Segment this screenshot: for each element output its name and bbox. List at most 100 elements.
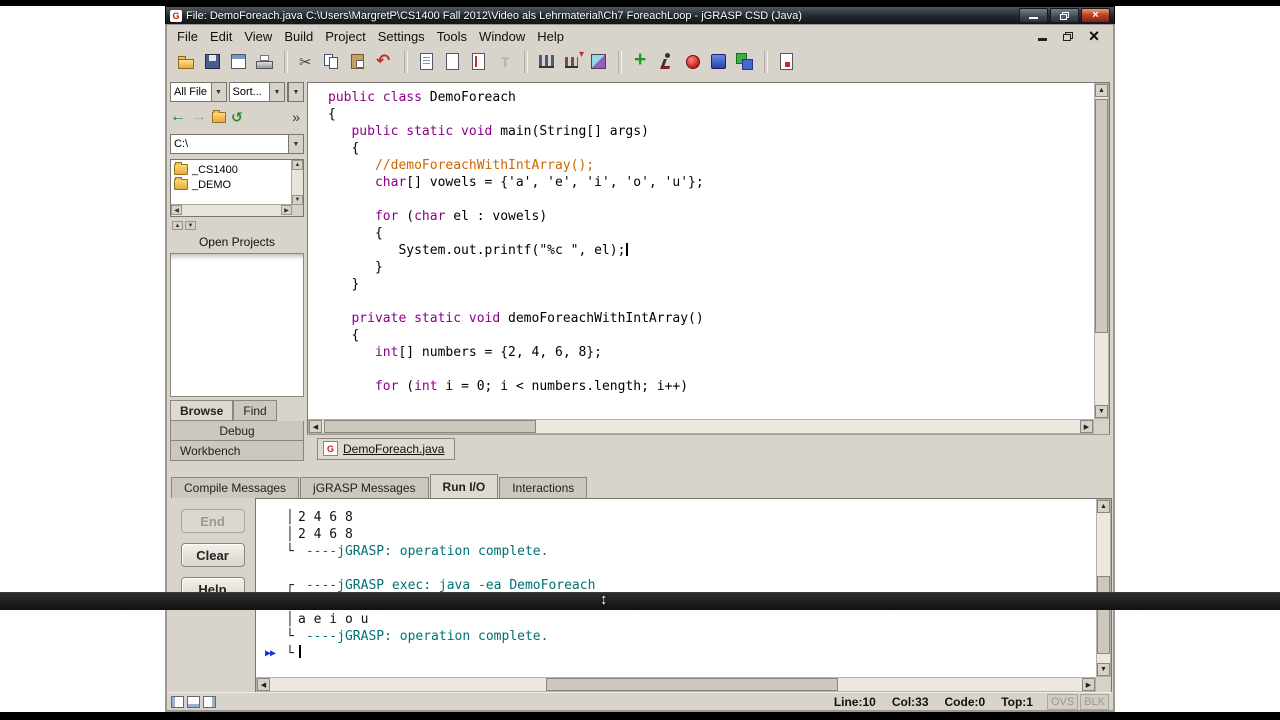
vscroll-thumb[interactable] [1095,99,1108,334]
frame-minimize-icon[interactable] [1035,29,1049,43]
editor-hscrollbar[interactable] [308,419,1094,434]
folder-row[interactable]: _CS1400 [171,162,292,177]
menu-project[interactable]: Project [319,27,371,46]
scroll-up-icon[interactable] [1095,84,1108,97]
code-line: } [328,259,1094,276]
scroll-down-icon[interactable] [1097,663,1110,676]
menu-window[interactable]: Window [473,27,531,46]
scrollbar-corner [1094,419,1109,434]
copy-icon[interactable] [321,51,345,73]
file-tree[interactable]: _CS1400 _DEMO ▲ ▼ ◀ ▶ [170,159,304,217]
uml-icon[interactable] [587,51,611,73]
menu-tools[interactable]: Tools [431,27,473,46]
complexity-graph-icon[interactable] [535,51,559,73]
profile-graph-icon[interactable] [561,49,585,73]
overflow-chevron-icon[interactable] [292,109,304,125]
menu-settings[interactable]: Settings [372,27,431,46]
forward-icon[interactable] [191,108,207,126]
close-button[interactable]: × [1081,8,1110,23]
sidebar-tab-debug[interactable]: Debug [170,421,304,441]
code-editor[interactable]: public class DemoForeach{ public static … [307,82,1110,435]
sort-dropdown[interactable]: Sort... [228,82,285,102]
menu-view[interactable]: View [238,27,278,46]
minimize-button[interactable] [1019,8,1048,23]
run-io-icon[interactable] [775,51,799,73]
editor-vscrollbar[interactable] [1094,83,1109,419]
sidebar-tab-browse[interactable]: Browse [170,400,234,421]
generate-csd-icon[interactable] [415,51,439,73]
toggle-workbench-pane-icon[interactable] [203,695,216,708]
collapse-down-icon[interactable]: ▼ [185,221,196,230]
scroll-down-icon[interactable] [1095,405,1108,418]
cut-icon[interactable] [295,51,319,73]
output-vscrollbar[interactable] [1096,499,1111,677]
restore-button[interactable] [1050,8,1079,23]
code-segment: { [328,226,383,241]
scroll-left-icon[interactable]: ◀ [171,205,182,215]
more-options-dropdown[interactable] [287,82,304,102]
tab-interactions[interactable]: Interactions [499,477,588,498]
hscroll-thumb[interactable] [546,678,839,691]
remove-csd-icon[interactable] [441,51,465,73]
title-bar[interactable]: G File: DemoForeach.java C:\Users\Margre… [165,6,1115,24]
input-marker-icon[interactable]: ▶▶ [260,645,286,662]
toggle-message-pane-icon[interactable] [187,695,200,708]
menu-edit[interactable]: Edit [204,27,238,46]
code-area[interactable]: public class DemoForeach{ public static … [308,83,1094,419]
file-tree-vscrollbar[interactable]: ▲ ▼ [291,160,303,205]
refresh-icon[interactable] [231,109,243,126]
scroll-down-icon[interactable]: ▼ [292,195,303,205]
save-icon[interactable] [201,51,225,73]
file-tree-hscrollbar[interactable]: ◀ ▶ [171,204,292,216]
scroll-left-icon[interactable] [257,678,270,691]
debug-icon[interactable] [681,51,705,73]
file-filter-dropdown[interactable]: All File [170,82,227,102]
output-hscrollbar[interactable] [256,677,1096,692]
number-lines-icon[interactable] [467,51,491,73]
file-tab[interactable]: G DemoForeach.java [317,438,456,460]
print-icon[interactable] [253,51,277,73]
menu-file[interactable]: File [171,27,204,46]
scroll-left-icon[interactable] [309,420,322,433]
collapse-up-icon[interactable]: ▲ [172,221,183,230]
scroll-right-icon[interactable] [1080,420,1093,433]
open-icon[interactable] [175,51,199,73]
tab-jgrasp-messages[interactable]: jGRASP Messages [300,477,429,498]
back-icon[interactable] [170,108,186,126]
tab-run-i-o[interactable]: Run I/O [429,474,499,498]
vscroll-thumb[interactable] [1097,576,1110,654]
scroll-up-icon[interactable] [1097,500,1110,513]
hscroll-thumb[interactable] [324,420,537,433]
break-icon[interactable] [707,51,731,73]
code-line: //demoForeachWithIntArray(); [328,157,1094,174]
sort-value: Sort... [232,86,262,98]
scroll-up-icon[interactable]: ▲ [292,160,303,170]
freeze-icon[interactable] [493,51,517,73]
open-projects-list[interactable] [170,253,304,397]
tab-compile-messages[interactable]: Compile Messages [171,477,300,498]
up-folder-icon[interactable] [212,109,226,123]
run-icon[interactable] [655,51,679,73]
menu-help[interactable]: Help [531,27,570,46]
menu-build[interactable]: Build [278,27,319,46]
toggle-browse-pane-icon[interactable] [171,695,184,708]
horizontal-splitter[interactable] [167,461,1113,475]
path-dropdown[interactable]: C:\ [170,134,304,154]
code-line: for (char el : vowels) [328,208,1094,225]
undo-icon[interactable] [373,51,397,73]
frame-restore-icon[interactable] [1061,29,1075,43]
paste-icon[interactable] [347,51,371,73]
compile-icon[interactable] [629,48,653,73]
sidebar-tab-workbench[interactable]: Workbench [170,441,304,461]
workbench-icon[interactable] [733,51,757,73]
pane-splitter[interactable]: ▲ ▼ [170,217,304,232]
file-browser-icon[interactable] [227,51,251,73]
folder-row[interactable]: _DEMO [171,177,292,192]
clear-button[interactable]: Clear [180,543,245,567]
frame-close-icon[interactable] [1087,29,1101,43]
run-io-output[interactable]: │ 2 4 6 8 │ 2 4 6 8 └ ----jGRASP: operation … [256,499,1096,677]
scroll-right-icon[interactable]: ▶ [281,205,292,215]
scroll-right-icon[interactable] [1082,678,1095,691]
sidebar-tab-find[interactable]: Find [233,400,277,421]
